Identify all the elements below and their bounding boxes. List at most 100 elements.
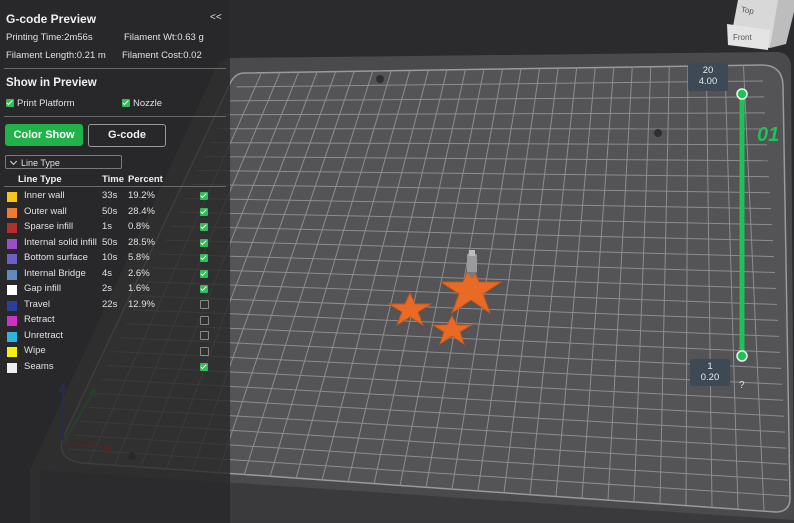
print-platform-label: Print Platform — [17, 98, 75, 109]
help-icon[interactable]: ? — [739, 380, 745, 391]
show-in-preview-title: Show in Preview — [6, 77, 97, 89]
line-type-name: Retract — [24, 314, 55, 325]
divider — [4, 186, 226, 187]
divider — [4, 68, 226, 69]
color-swatch — [7, 223, 17, 233]
panel-title: G-code Preview — [6, 12, 97, 26]
color-swatch — [7, 269, 17, 280]
nozzle-toggle[interactable]: Nozzle — [122, 98, 162, 109]
table-row[interactable]: Unretract — [0, 329, 230, 344]
color-swatch — [7, 347, 17, 357]
table-row[interactable]: Internal Bridge 4s 2.6% — [0, 267, 230, 282]
column-header-line-type: Line Type — [18, 174, 62, 185]
dropdown-label: Line Type — [21, 158, 60, 168]
table-row[interactable]: Inner wall 33s 19.2% — [0, 189, 230, 204]
checkbox-checked-icon[interactable] — [200, 284, 208, 295]
view-cube-front-label[interactable]: Front — [733, 33, 752, 42]
table-row[interactable]: Outer wall 50s 28.4% — [0, 205, 230, 220]
filament-length: Filament Length:0.21 m — [6, 50, 106, 61]
checkbox-unchecked-icon[interactable] — [200, 331, 209, 342]
color-swatch — [7, 362, 17, 373]
line-type-name: Inner wall — [24, 190, 65, 201]
column-header-time: Time — [102, 174, 125, 185]
gcode-button[interactable]: G-code — [88, 124, 166, 147]
color-swatch — [7, 300, 17, 311]
color-swatch — [7, 316, 17, 326]
checkbox-checked-icon[interactable] — [200, 191, 208, 202]
line-type-name: Internal Bridge — [24, 267, 86, 279]
table-row[interactable]: Internal solid infill 50s 28.5% — [0, 236, 230, 251]
top-layer-number: 20 — [702, 65, 714, 76]
top-layer-height: 4.00 — [698, 76, 718, 87]
line-type-time: 2s — [102, 283, 113, 294]
line-type-percent: 0.8% — [128, 221, 150, 232]
collapse-panel-button[interactable]: << — [210, 12, 222, 23]
line-type-percent: 12.9% — [128, 298, 155, 310]
line-type-time: 10s — [102, 252, 118, 263]
checkbox-unchecked-icon[interactable] — [200, 300, 209, 311]
line-type-time: 1s — [102, 221, 113, 232]
chevron-down-icon — [9, 157, 18, 166]
checkbox-checked-icon[interactable] — [200, 269, 208, 280]
line-type-time: 4s — [102, 267, 113, 279]
slider-top-label: 20 4.00 — [688, 63, 728, 91]
table-row[interactable]: Wipe — [0, 344, 230, 359]
line-type-percent: 28.4% — [128, 205, 155, 217]
line-type-percent: 19.2% — [128, 190, 155, 201]
line-type-time: 22s — [102, 298, 118, 310]
table-row[interactable]: Seams — [0, 360, 230, 375]
nozzle-label: Nozzle — [133, 98, 163, 109]
table-row[interactable]: Bottom surface 10s 5.8% — [0, 251, 230, 266]
checkbox-unchecked-icon[interactable] — [200, 315, 209, 326]
line-type-percent: 28.5% — [128, 236, 155, 248]
filament-cost: Filament Cost:0.02 — [122, 50, 202, 61]
table-row[interactable]: Travel 22s 12.9% — [0, 298, 230, 313]
line-type-name: Gap infill — [24, 283, 61, 294]
line-type-name: Sparse infill — [24, 221, 74, 232]
line-type-time: 50s — [102, 236, 118, 248]
line-type-time: 33s — [102, 190, 118, 201]
line-type-percent: 5.8% — [128, 252, 150, 263]
checkbox-checked-icon[interactable] — [6, 99, 14, 108]
column-header-percent: Percent — [128, 174, 163, 185]
color-swatch — [7, 207, 17, 218]
table-row[interactable]: Gap infill 2s 1.6% — [0, 282, 230, 297]
checkbox-checked-icon[interactable] — [122, 99, 130, 108]
checkbox-unchecked-icon[interactable] — [200, 346, 209, 357]
layer-number-display: 01 — [757, 124, 780, 146]
color-show-button[interactable]: Color Show — [5, 124, 83, 146]
checkbox-checked-icon[interactable] — [200, 222, 208, 233]
bottom-layer-number: 1 — [707, 361, 713, 372]
print-platform-toggle[interactable]: Print Platform — [6, 98, 75, 109]
line-type-name: Outer wall — [24, 205, 67, 217]
line-type-name: Travel — [24, 298, 51, 310]
line-type-dropdown[interactable]: Line Type — [5, 155, 122, 169]
line-type-percent: 1.6% — [128, 283, 150, 294]
checkbox-checked-icon[interactable] — [200, 253, 208, 264]
color-swatch — [7, 238, 17, 249]
printing-time: Printing Time:2m56s — [6, 32, 93, 43]
slider-bottom-handle[interactable] — [736, 350, 748, 362]
line-type-name: Seams — [24, 360, 54, 372]
filament-weight: Filament Wt:0.63 g — [124, 32, 204, 43]
table-row[interactable]: Retract — [0, 313, 230, 328]
slider-top-handle[interactable] — [736, 88, 748, 100]
line-type-percent: 2.6% — [128, 267, 150, 279]
bottom-layer-height: 0.20 — [700, 372, 720, 383]
divider — [4, 116, 226, 117]
gcode-preview-panel: G-code Preview << Printing Time:2m56s Fi… — [0, 0, 230, 523]
slider-bottom-label: 1 0.20 — [690, 359, 730, 386]
checkbox-checked-icon[interactable] — [200, 238, 208, 249]
color-swatch — [7, 192, 17, 202]
line-type-name: Unretract — [24, 329, 64, 341]
table-row[interactable]: Sparse infill 1s 0.8% — [0, 220, 230, 235]
checkbox-checked-icon[interactable] — [200, 362, 208, 373]
nozzle-icon — [467, 250, 477, 278]
line-type-name: Bottom surface — [24, 252, 88, 263]
color-swatch — [7, 331, 17, 342]
color-swatch — [7, 285, 17, 295]
view-cube-icon[interactable] — [727, 0, 794, 50]
line-type-name: Internal solid infill — [24, 236, 97, 248]
checkbox-checked-icon[interactable] — [200, 207, 208, 218]
color-swatch — [7, 254, 17, 264]
